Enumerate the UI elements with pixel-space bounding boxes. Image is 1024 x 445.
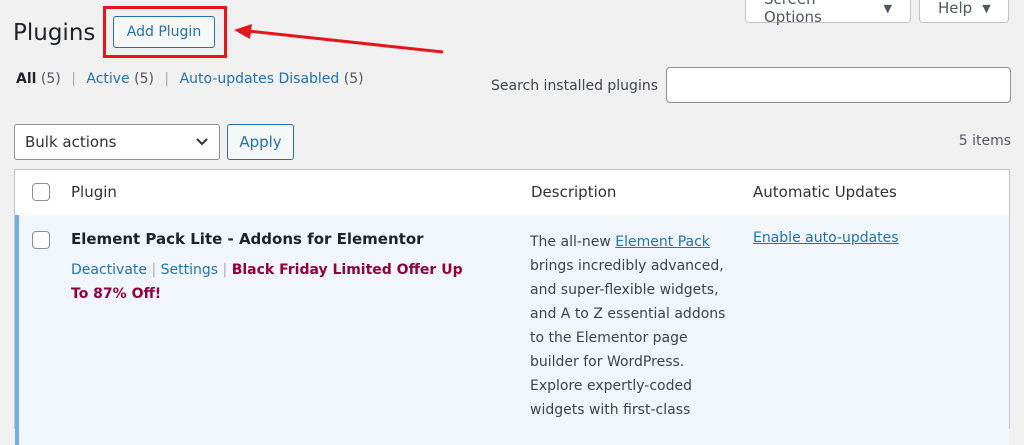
screen-options-label: Screen Options	[764, 0, 822, 26]
table-header: Plugin Description Automatic Updates	[15, 170, 1009, 216]
items-count: 5 items	[958, 133, 1011, 149]
settings-link[interactable]: Settings	[161, 262, 218, 278]
filter-all-count: (5)	[40, 71, 61, 87]
page-title: Plugins	[13, 20, 96, 46]
plugin-name: Element Pack Lite - Addons for Elementor	[71, 230, 424, 248]
table-row: Element Pack Lite - Addons for Elementor…	[15, 215, 1009, 445]
search-label: Search installed plugins	[491, 78, 658, 94]
help-label: Help	[938, 0, 973, 17]
help-tab[interactable]: Help ▼	[919, 0, 1009, 23]
separator: |	[71, 71, 76, 87]
column-header-plugin: Plugin	[71, 183, 117, 201]
filter-autoupdates-count: (5)	[343, 71, 364, 87]
chevron-down-icon	[196, 138, 208, 146]
annotation-highlight-box	[103, 6, 227, 58]
plugin-description: The all-new Element Pack brings incredib…	[530, 230, 735, 422]
filter-autoupdates-disabled[interactable]: Auto-updates Disabled	[180, 71, 340, 87]
bulk-actions-select[interactable]: Bulk actions	[14, 124, 220, 160]
select-all-checkbox[interactable]	[32, 183, 50, 201]
element-pack-link[interactable]: Element Pack	[615, 234, 710, 250]
filter-all[interactable]: All	[16, 71, 36, 87]
column-header-automatic-updates: Automatic Updates	[753, 183, 897, 201]
screen-options-tab[interactable]: Screen Options ▼	[745, 0, 911, 26]
caret-down-icon: ▼	[883, 1, 892, 15]
search-plugins-input[interactable]	[666, 67, 1011, 103]
description-prefix: The all-new	[530, 234, 616, 250]
row-actions: Deactivate | Settings | Black Friday Lim…	[71, 258, 481, 306]
filter-active[interactable]: Active	[86, 71, 129, 87]
separator: |	[222, 262, 228, 278]
apply-button[interactable]: Apply	[227, 124, 294, 160]
bulk-actions-value: Bulk actions	[25, 133, 117, 151]
filter-active-count: (5)	[134, 71, 154, 87]
separator: |	[151, 262, 157, 278]
plugins-table: Plugin Description Automatic Updates Ele…	[14, 169, 1010, 445]
row-checkbox[interactable]	[32, 231, 50, 249]
annotation-arrow-icon	[234, 24, 444, 54]
caret-down-icon: ▼	[982, 1, 991, 15]
description-text: brings incredibly advanced, and super-fl…	[530, 258, 726, 418]
separator: |	[164, 71, 170, 87]
enable-auto-updates-link[interactable]: Enable auto-updates	[753, 230, 899, 246]
column-header-description: Description	[531, 183, 617, 201]
status-filter-links: All (5) | Active (5) | Auto-updates Disa…	[16, 71, 364, 87]
deactivate-link[interactable]: Deactivate	[71, 262, 147, 278]
